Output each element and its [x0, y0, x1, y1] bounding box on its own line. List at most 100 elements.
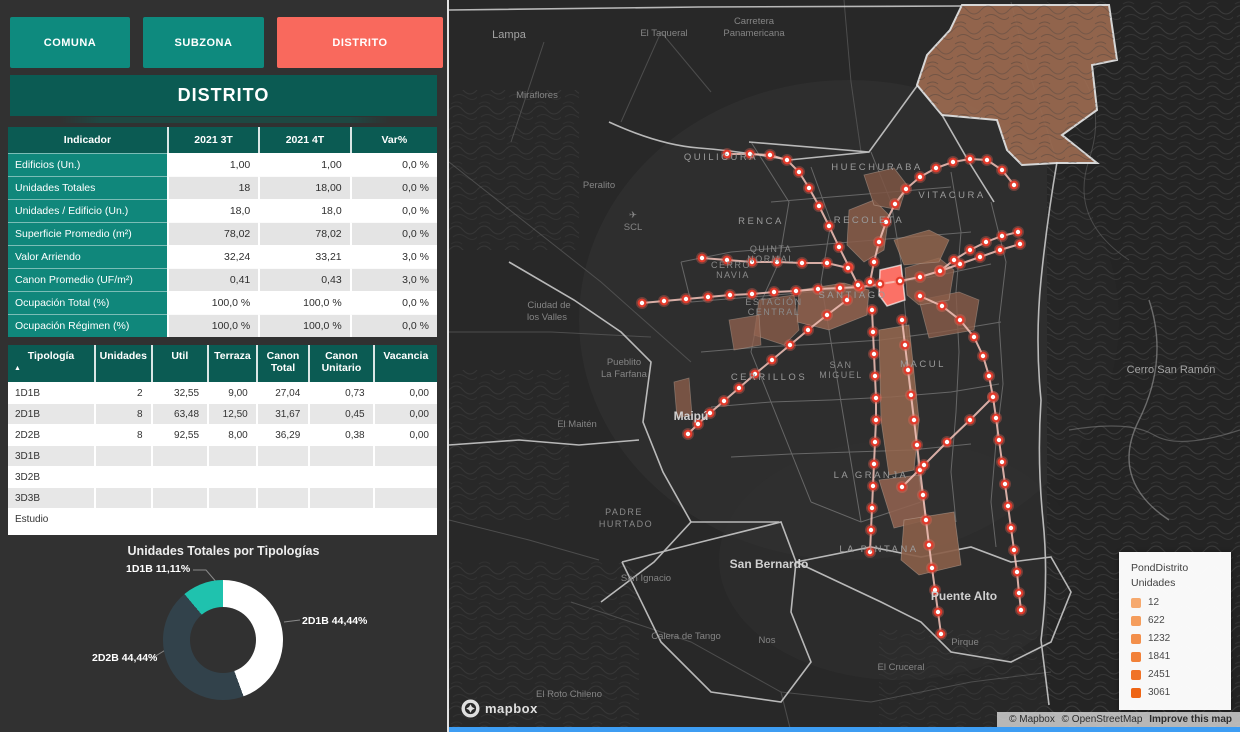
indicator-row[interactable]: Ocupación Total (%)100,0 %100,0 %0,0 %: [8, 291, 437, 314]
metro-station-icon[interactable]: [929, 565, 936, 572]
metro-station-icon[interactable]: [793, 288, 800, 295]
level-button-subzona[interactable]: SUBZONA: [143, 17, 264, 68]
metro-station-icon[interactable]: [683, 296, 690, 303]
indicator-row[interactable]: Canon Promedio (UF/m²)0,410,433,0 %: [8, 268, 437, 291]
metro-station-icon[interactable]: [869, 505, 876, 512]
metro-station-icon[interactable]: [872, 439, 879, 446]
level-button-comuna[interactable]: COMUNA: [10, 17, 130, 68]
metro-station-icon[interactable]: [999, 233, 1006, 240]
typology-header-4[interactable]: Canon Total: [256, 345, 309, 382]
metro-station-icon[interactable]: [933, 165, 940, 172]
metro-station-icon[interactable]: [902, 342, 909, 349]
indicator-row[interactable]: Valor Arriendo32,2433,213,0 %: [8, 245, 437, 268]
metro-station-icon[interactable]: [799, 260, 806, 267]
metro-station-icon[interactable]: [816, 203, 823, 210]
metro-station-icon[interactable]: [869, 307, 876, 314]
metro-station-icon[interactable]: [977, 254, 984, 261]
indicator-header-2[interactable]: 2021 4T: [258, 127, 349, 153]
metro-station-icon[interactable]: [996, 437, 1003, 444]
metro-station-icon[interactable]: [873, 417, 880, 424]
metro-station-icon[interactable]: [1005, 503, 1012, 510]
metro-station-icon[interactable]: [705, 294, 712, 301]
metro-station-icon[interactable]: [845, 265, 852, 272]
typology-row[interactable]: Estudio: [8, 508, 437, 529]
metro-station-icon[interactable]: [1016, 590, 1023, 597]
indicator-header-0[interactable]: Indicador: [8, 127, 167, 153]
metro-station-icon[interactable]: [727, 292, 734, 299]
metro-station-icon[interactable]: [784, 157, 791, 164]
typology-header-5[interactable]: Canon Unitario: [308, 345, 372, 382]
typology-row[interactable]: 1D1B232,559,0027,040,730,00: [8, 382, 437, 403]
indicator-row[interactable]: Unidades / Edificio (Un.)18,018,00,0 %: [8, 199, 437, 222]
indicator-header-1[interactable]: 2021 3T: [167, 127, 258, 153]
metro-station-icon[interactable]: [983, 239, 990, 246]
metro-station-icon[interactable]: [868, 527, 875, 534]
metro-station-icon[interactable]: [980, 353, 987, 360]
typology-header-1[interactable]: Unidades: [94, 345, 151, 382]
metro-station-icon[interactable]: [917, 293, 924, 300]
metro-station-icon[interactable]: [971, 334, 978, 341]
donut-chart[interactable]: [163, 580, 283, 700]
metro-station-icon[interactable]: [877, 281, 884, 288]
metro-station-icon[interactable]: [867, 279, 874, 286]
metro-station-icon[interactable]: [1011, 547, 1018, 554]
metro-station-icon[interactable]: [855, 282, 862, 289]
metro-station-icon[interactable]: [870, 329, 877, 336]
typology-row[interactable]: 2D1B863,4812,5031,670,450,00: [8, 403, 437, 424]
metro-station-icon[interactable]: [990, 394, 997, 401]
metro-station-icon[interactable]: [938, 631, 945, 638]
mapbox-logo[interactable]: mapbox: [461, 699, 538, 718]
metro-station-icon[interactable]: [806, 185, 813, 192]
metro-station-icon[interactable]: [872, 373, 879, 380]
metro-station-icon[interactable]: [951, 257, 958, 264]
metro-station-icon[interactable]: [1018, 607, 1025, 614]
metro-station-icon[interactable]: [1014, 569, 1021, 576]
typology-header-6[interactable]: Vacancia: [373, 345, 437, 382]
metro-station-icon[interactable]: [871, 259, 878, 266]
metro-station-icon[interactable]: [771, 289, 778, 296]
metro-station-icon[interactable]: [871, 461, 878, 468]
attribution-osm-link[interactable]: © OpenStreetMap: [1062, 714, 1143, 725]
typology-row[interactable]: 3D2B: [8, 466, 437, 487]
indicator-header-3[interactable]: Var%: [350, 127, 437, 153]
metro-station-icon[interactable]: [685, 431, 692, 438]
metro-station-icon[interactable]: [937, 268, 944, 275]
typology-header-3[interactable]: Terraza: [207, 345, 256, 382]
metro-station-icon[interactable]: [967, 247, 974, 254]
typology-row[interactable]: 3D1B: [8, 445, 437, 466]
metro-station-icon[interactable]: [892, 201, 899, 208]
metro-station-icon[interactable]: [967, 417, 974, 424]
improve-map-link[interactable]: Improve this map: [1149, 714, 1232, 725]
typology-header-0[interactable]: Tipología▲: [8, 345, 94, 382]
metro-station-icon[interactable]: [993, 415, 1000, 422]
metro-station-icon[interactable]: [917, 174, 924, 181]
metro-station-icon[interactable]: [836, 244, 843, 251]
metro-station-icon[interactable]: [661, 298, 668, 305]
metro-station-icon[interactable]: [926, 542, 933, 549]
metro-station-icon[interactable]: [1008, 525, 1015, 532]
metro-station-icon[interactable]: [639, 300, 646, 307]
metro-station-icon[interactable]: [871, 351, 878, 358]
metro-station-icon[interactable]: [787, 342, 794, 349]
metro-station-icon[interactable]: [903, 186, 910, 193]
metro-station-icon[interactable]: [899, 317, 906, 324]
metro-station-icon[interactable]: [908, 392, 915, 399]
metro-station-icon[interactable]: [920, 492, 927, 499]
metro-station-icon[interactable]: [1002, 481, 1009, 488]
metro-station-icon[interactable]: [935, 609, 942, 616]
metro-station-icon[interactable]: [1015, 229, 1022, 236]
metro-station-icon[interactable]: [721, 398, 728, 405]
metro-station-icon[interactable]: [870, 483, 877, 490]
indicator-row[interactable]: Edificios (Un.)1,001,000,0 %: [8, 153, 437, 176]
metro-station-icon[interactable]: [796, 169, 803, 176]
metro-station-icon[interactable]: [999, 167, 1006, 174]
attribution-mapbox-link[interactable]: © Mapbox: [1009, 714, 1055, 725]
indicator-row[interactable]: Superficie Promedio (m²)78,0278,020,0 %: [8, 222, 437, 245]
metro-station-icon[interactable]: [957, 317, 964, 324]
metro-station-icon[interactable]: [899, 484, 906, 491]
level-button-distrito[interactable]: DISTRITO: [277, 17, 443, 68]
metro-station-icon[interactable]: [939, 303, 946, 310]
metro-station-icon[interactable]: [986, 373, 993, 380]
metro-station-icon[interactable]: [805, 327, 812, 334]
metro-station-icon[interactable]: [911, 417, 918, 424]
